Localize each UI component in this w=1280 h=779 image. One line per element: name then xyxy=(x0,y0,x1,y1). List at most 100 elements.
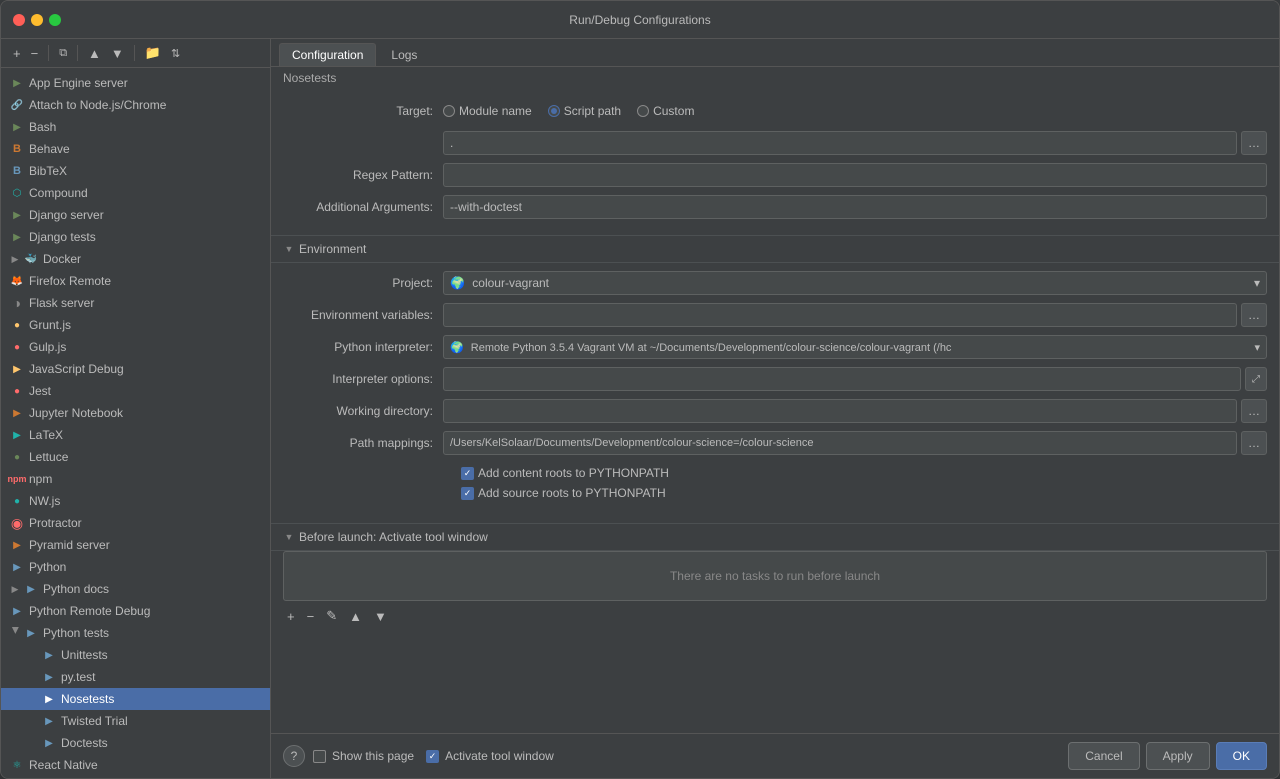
apply-button[interactable]: Apply xyxy=(1146,742,1210,770)
sidebar-item-protractor[interactable]: ◉ Protractor xyxy=(1,512,270,534)
interpreter-options-expand-button[interactable]: ⤢ xyxy=(1245,367,1267,391)
sidebar-item-docker[interactable]: ▶ 🐳 Docker xyxy=(1,248,270,270)
regex-group xyxy=(443,163,1267,187)
sidebar-item-twisted-trial[interactable]: ▶ Twisted Trial xyxy=(1,710,270,732)
before-launch-edit-button[interactable]: ✎ xyxy=(322,607,341,625)
sidebar-label-gulp: Gulp.js xyxy=(29,340,66,354)
sidebar-item-python[interactable]: ▶ Python xyxy=(1,556,270,578)
env-vars-browse-button[interactable]: … xyxy=(1241,303,1267,327)
script-path-browse-button[interactable]: … xyxy=(1241,131,1267,155)
activate-tool-checkbox[interactable]: ✓ xyxy=(426,750,439,763)
sort-button[interactable]: ⇅ xyxy=(167,45,184,62)
sidebar-item-nwjs[interactable]: ● NW.js xyxy=(1,490,270,512)
window-title: Run/Debug Configurations xyxy=(569,13,710,27)
minimize-button[interactable] xyxy=(31,14,43,26)
script-path-group: … xyxy=(443,131,1267,155)
add-config-button[interactable]: + xyxy=(9,44,25,63)
sidebar-item-latex[interactable]: ▶ LaTeX xyxy=(1,424,270,446)
sidebar-item-js-debug[interactable]: ▶ JavaScript Debug xyxy=(1,358,270,380)
sidebar-label-jest: Jest xyxy=(29,384,51,398)
sidebar-item-behave[interactable]: B Behave xyxy=(1,138,270,160)
env-vars-input[interactable] xyxy=(443,303,1237,327)
sidebar-item-unittests[interactable]: ▶ Unittests xyxy=(1,644,270,666)
sidebar-item-attach-node[interactable]: 🔗 Attach to Node.js/Chrome xyxy=(1,94,270,116)
radio-script-path-label: Script path xyxy=(564,104,621,118)
radio-custom[interactable]: Custom xyxy=(637,104,694,118)
toolbar-divider2 xyxy=(77,45,78,61)
working-dir-label: Working directory: xyxy=(283,404,443,418)
environment-expand-icon: ▼ xyxy=(283,243,295,255)
regex-input[interactable] xyxy=(443,163,1267,187)
copy-config-button[interactable]: ⧉ xyxy=(55,45,71,62)
before-launch-up-button[interactable]: ▲ xyxy=(345,607,366,625)
regex-row: Regex Pattern: xyxy=(283,163,1267,187)
sidebar-item-app-engine[interactable]: ▶ App Engine server xyxy=(1,72,270,94)
add-content-roots-checkbox[interactable]: ✓ xyxy=(461,467,474,480)
ok-button[interactable]: OK xyxy=(1216,742,1267,770)
sidebar-item-compound[interactable]: ⬡ Compound xyxy=(1,182,270,204)
sidebar-item-firefox[interactable]: 🦊 Firefox Remote xyxy=(1,270,270,292)
add-source-roots-checkbox[interactable]: ✓ xyxy=(461,487,474,500)
sidebar-item-nosetests[interactable]: ▶ Nosetests xyxy=(1,688,270,710)
before-launch-remove-button[interactable]: − xyxy=(303,607,319,625)
sidebar-item-doctests[interactable]: ▶ Doctests xyxy=(1,732,270,754)
tab-configuration[interactable]: Configuration xyxy=(279,43,376,66)
sidebar-item-bash[interactable]: ▶ Bash xyxy=(1,116,270,138)
sidebar-item-jest[interactable]: ● Jest xyxy=(1,380,270,402)
sidebar-item-python-remote-debug[interactable]: ▶ Python Remote Debug xyxy=(1,600,270,622)
project-icon: 🌍 xyxy=(450,276,465,290)
close-button[interactable] xyxy=(13,14,25,26)
config-panel: Nosetests Target: Module name xyxy=(271,67,1279,733)
before-launch-add-button[interactable]: + xyxy=(283,607,299,625)
content-roots-group: ✓ Add content roots to PYTHONPATH xyxy=(461,466,1255,480)
sidebar-item-flask[interactable]: ◑ Flask server xyxy=(1,292,270,314)
up-button[interactable]: ▲ xyxy=(84,44,105,63)
script-path-input[interactable] xyxy=(443,131,1237,155)
path-mappings-input[interactable] xyxy=(443,431,1237,455)
show-page-checkbox[interactable] xyxy=(313,750,326,763)
path-mappings-browse-button[interactable]: … xyxy=(1241,431,1267,455)
working-dir-browse-button[interactable]: … xyxy=(1241,399,1267,423)
environment-section-header[interactable]: ▼ Environment xyxy=(271,235,1279,263)
lettuce-icon: ● xyxy=(9,449,25,465)
sidebar-item-grunt[interactable]: ● Grunt.js xyxy=(1,314,270,336)
down-button[interactable]: ▼ xyxy=(107,44,128,63)
sidebar-item-tox[interactable]: ▶ Tox xyxy=(1,776,270,778)
sidebar-item-python-docs[interactable]: ▶ ▶ Python docs xyxy=(1,578,270,600)
sidebar-item-python-tests[interactable]: ▶ ▶ Python tests xyxy=(1,622,270,644)
window-controls xyxy=(13,14,61,26)
sidebar-item-pytest[interactable]: ▶ py.test xyxy=(1,666,270,688)
radio-module-name[interactable]: Module name xyxy=(443,104,532,118)
maximize-button[interactable] xyxy=(49,14,61,26)
interpreter-options-input[interactable] xyxy=(443,367,1241,391)
sidebar-item-bibtex[interactable]: B BibTeX xyxy=(1,160,270,182)
sidebar-item-npm[interactable]: npm npm xyxy=(1,468,270,490)
remove-config-button[interactable]: − xyxy=(27,44,43,63)
radio-module-name-label: Module name xyxy=(459,104,532,118)
cancel-button[interactable]: Cancel xyxy=(1068,742,1139,770)
before-launch-toolbar: + − ✎ ▲ ▼ xyxy=(271,605,1279,627)
sidebar-item-django-server[interactable]: ▶ Django server xyxy=(1,204,270,226)
folder-button[interactable]: 📁 xyxy=(141,43,165,63)
radio-script-path[interactable]: Script path xyxy=(548,104,621,118)
working-dir-input[interactable] xyxy=(443,399,1237,423)
sidebar-label-firefox: Firefox Remote xyxy=(29,274,111,288)
sidebar-item-gulp[interactable]: ● Gulp.js xyxy=(1,336,270,358)
help-button[interactable]: ? xyxy=(283,745,305,767)
sidebar-item-lettuce[interactable]: ● Lettuce xyxy=(1,446,270,468)
python-interpreter-select[interactable]: 🌍 Remote Python 3.5.4 Vagrant VM at ~/Do… xyxy=(443,335,1267,359)
working-dir-row: Working directory: … xyxy=(283,399,1267,423)
before-launch-header[interactable]: ▼ Before launch: Activate tool window xyxy=(271,523,1279,551)
main-content: + − ⧉ ▲ ▼ 📁 ⇅ ▶ App Engine server 🔗 Atta xyxy=(1,39,1279,778)
target-section: Target: Module name Script path xyxy=(271,91,1279,235)
tab-logs[interactable]: Logs xyxy=(378,43,430,66)
before-launch-down-button[interactable]: ▼ xyxy=(370,607,391,625)
show-page-row: Show this page xyxy=(313,749,414,763)
sidebar-item-jupyter[interactable]: ▶ Jupyter Notebook xyxy=(1,402,270,424)
sidebar-item-react-native[interactable]: ⚛ React Native xyxy=(1,754,270,776)
sidebar-item-pyramid[interactable]: ▶ Pyramid server xyxy=(1,534,270,556)
additional-args-input[interactable] xyxy=(443,195,1267,219)
toolbar-divider xyxy=(48,45,49,61)
project-select[interactable]: 🌍 colour-vagrant ▾ xyxy=(443,271,1267,295)
sidebar-item-django-tests[interactable]: ▶ Django tests xyxy=(1,226,270,248)
